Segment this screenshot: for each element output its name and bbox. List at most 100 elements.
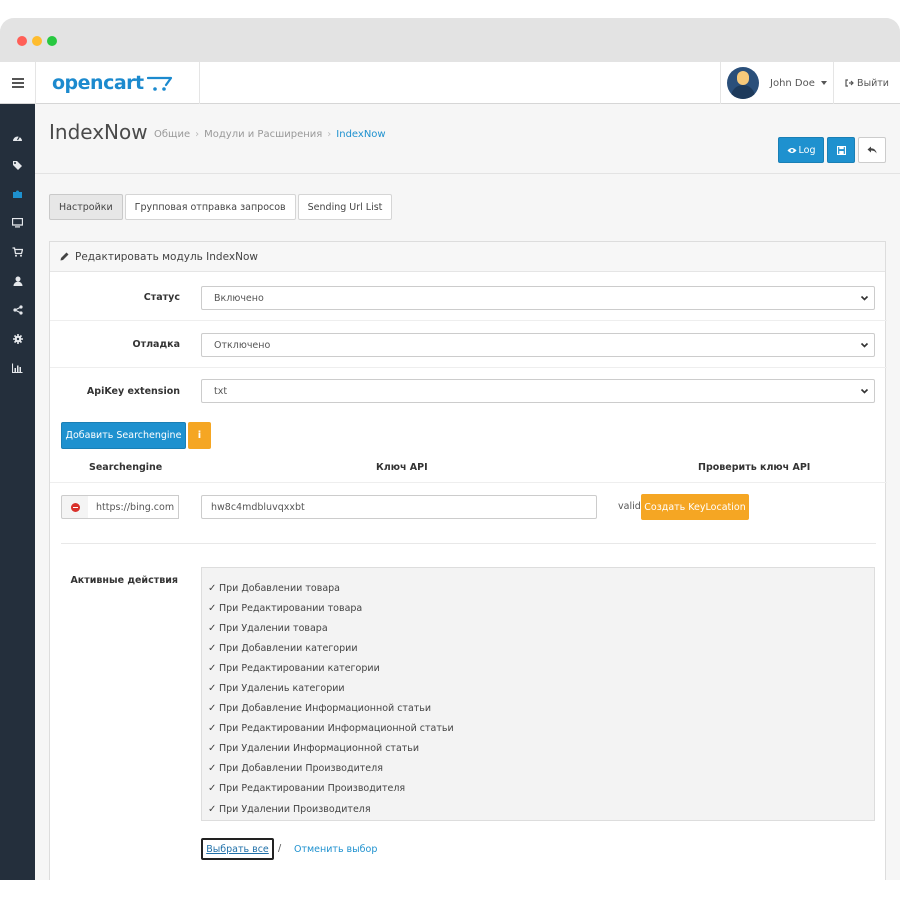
sign-out-icon	[845, 79, 854, 87]
breadcrumb-item-extensions[interactable]: Модули и Расширения	[204, 129, 322, 140]
close-window-dot[interactable]	[17, 36, 27, 46]
main-content: IndexNow Общие › Модули и Расширения › I…	[35, 104, 900, 880]
check-icon: ✓	[208, 683, 217, 695]
window-chrome	[0, 18, 900, 62]
logout-label: Выйти	[857, 77, 889, 89]
list-item[interactable]: ✓ При Добавлении категории	[208, 638, 874, 658]
logout-link[interactable]: Выйти	[834, 62, 900, 104]
list-item[interactable]: ✓ При Добавлении Производителя	[208, 759, 874, 779]
check-icon: ✓	[208, 622, 217, 634]
dashboard-icon[interactable]	[0, 123, 35, 151]
save-button[interactable]	[827, 137, 855, 163]
reply-icon	[867, 146, 877, 154]
select-separator: /	[278, 843, 282, 854]
list-item[interactable]: ✓ При Редактировании Информационной стать…	[208, 719, 874, 739]
check-icon: ✓	[208, 662, 217, 674]
select-all-link[interactable]: Выбрать все	[201, 838, 274, 860]
eye-icon	[787, 147, 797, 153]
floppy-disk-icon	[836, 145, 846, 155]
user-menu[interactable]: John Doe	[720, 62, 834, 104]
browser-window: opencart John Doe Выйти IndexNow Общие ›…	[0, 18, 900, 880]
log-button[interactable]: Log	[778, 137, 824, 163]
column-header-check-key: Проверить ключ API	[698, 462, 811, 473]
caret-down-icon	[820, 81, 827, 85]
action-label: При Удалениь категории	[219, 683, 345, 695]
status-label: Статус	[143, 292, 180, 303]
log-button-label: Log	[798, 144, 816, 156]
table-divider	[50, 482, 887, 483]
column-header-searchengine: Searchengine	[89, 462, 163, 473]
list-item[interactable]: ✓ При Удалении Информационной статьи	[208, 739, 874, 759]
column-header-api-key: Ключ API	[376, 462, 428, 473]
deselect-all-link[interactable]: Отменить выбор	[294, 844, 377, 855]
apikey-extension-row: ApiKey extension txt	[50, 368, 887, 414]
avatar	[727, 67, 759, 99]
action-label: При Удалении товара	[219, 622, 328, 634]
logo-text: opencart	[52, 72, 144, 94]
action-label: При Добавлении категории	[219, 642, 358, 654]
list-item[interactable]: ✓ При Добавление Информационной статьи	[208, 699, 874, 719]
apikey-extension-select[interactable]: txt	[201, 379, 875, 403]
user-icon[interactable]	[0, 267, 35, 295]
list-item[interactable]: ✓ При Удалении Производителя	[208, 799, 874, 819]
action-label: При Добавление Информационной статьи	[219, 703, 432, 715]
puzzle-icon[interactable]	[0, 180, 35, 208]
debug-select[interactable]: Отключено	[201, 333, 875, 357]
action-label: При Редактировании Производителя	[219, 783, 406, 795]
maximize-window-dot[interactable]	[47, 36, 57, 46]
menu-toggle-icon[interactable]	[0, 62, 35, 104]
check-icon: ✓	[208, 723, 217, 735]
tab-bulk-requests[interactable]: Групповая отправка запросов	[124, 194, 296, 220]
check-icon: ✓	[208, 803, 217, 815]
status-select[interactable]: Включено	[201, 286, 875, 310]
info-button[interactable]: i	[188, 422, 211, 449]
panel-heading: Редактировать модуль IndexNow	[50, 242, 885, 272]
add-searchengine-button[interactable]: Добавить Searchengine	[61, 422, 186, 449]
breadcrumb-item-indexnow[interactable]: IndexNow	[336, 129, 385, 140]
cart-icon[interactable]	[0, 238, 35, 266]
minus-circle-icon	[70, 502, 80, 512]
breadcrumb-item-general[interactable]: Общие	[154, 129, 190, 140]
list-item[interactable]: ✓ При Редактировании товара	[208, 598, 874, 618]
engine-url-input[interactable]: https://bing.com	[88, 495, 179, 519]
remove-engine-button[interactable]	[61, 495, 89, 519]
page-header: IndexNow Общие › Модули и Расширения › I…	[35, 104, 900, 174]
minimize-window-dot[interactable]	[32, 36, 42, 46]
list-item[interactable]: ✓ При Редактировании категории	[208, 658, 874, 678]
share-icon[interactable]	[0, 296, 35, 324]
create-keylocation-button[interactable]: Создать KeyLocation	[641, 494, 749, 520]
breadcrumb: Общие › Модули и Расширения › IndexNow	[154, 129, 386, 140]
list-item[interactable]: ✓ При Добавлении товара	[208, 578, 874, 598]
panel-heading-text: Редактировать модуль IndexNow	[75, 250, 258, 263]
debug-value: Отключено	[214, 339, 271, 351]
action-label: При Удалении Производителя	[219, 803, 371, 815]
tag-icon[interactable]	[0, 151, 35, 179]
check-icon: ✓	[208, 602, 217, 614]
opencart-logo[interactable]: opencart	[35, 62, 200, 104]
chevron-down-icon	[860, 295, 869, 301]
status-value: Включено	[214, 292, 264, 304]
chevron-down-icon	[860, 342, 869, 348]
page-title: IndexNow	[49, 120, 148, 144]
back-button[interactable]	[858, 137, 886, 163]
action-label: При Добавлении товара	[219, 582, 340, 594]
bar-chart-icon[interactable]	[0, 354, 35, 382]
action-label: При Редактировании категории	[219, 662, 380, 674]
active-actions-label: Активные действия	[70, 575, 178, 586]
action-label: При Редактировании товара	[219, 602, 363, 614]
tab-settings[interactable]: Настройки	[49, 194, 123, 220]
check-icon: ✓	[208, 703, 217, 715]
list-item[interactable]: ✓ При Удалении товара	[208, 618, 874, 638]
sidebar	[0, 104, 35, 880]
active-actions-list: ✓ При Добавлении товара ✓ При Редактирован…	[201, 567, 875, 821]
section-divider	[61, 543, 876, 544]
api-key-input[interactable]: hw8c4mdbluvqxxbt	[201, 495, 597, 519]
tab-sending-url-list[interactable]: Sending Url List	[297, 194, 393, 220]
check-icon: ✓	[208, 763, 217, 775]
desktop-icon[interactable]	[0, 209, 35, 237]
top-header: opencart John Doe Выйти	[0, 62, 900, 104]
list-item[interactable]: ✓ При Удалениь категории	[208, 678, 874, 698]
gear-icon[interactable]	[0, 325, 35, 353]
check-icon: ✓	[208, 582, 217, 594]
list-item[interactable]: ✓ При Редактировании Производителя	[208, 779, 874, 799]
